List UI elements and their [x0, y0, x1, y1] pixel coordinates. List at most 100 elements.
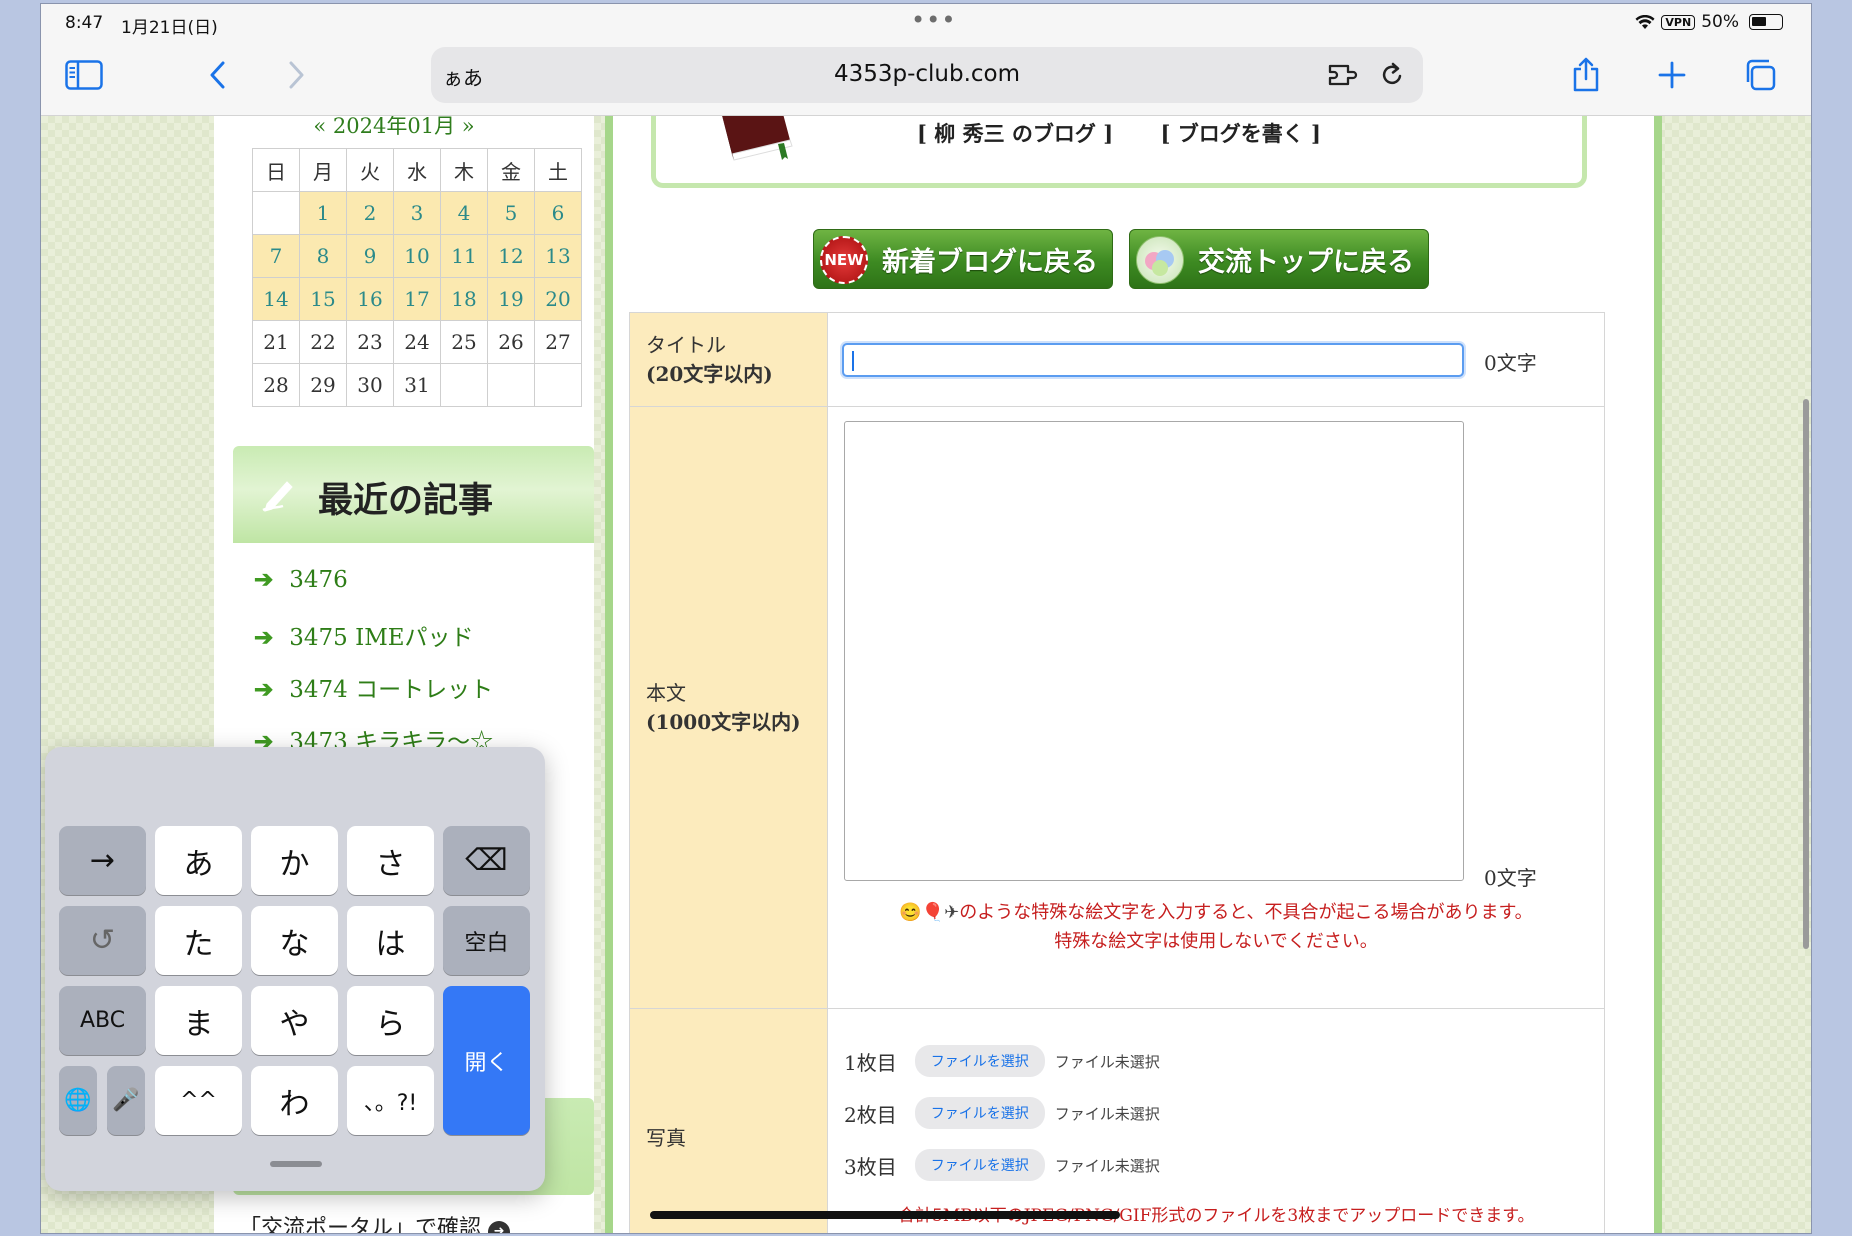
- url-text[interactable]: 4353p-club.com: [431, 61, 1423, 87]
- body-textarea[interactable]: [844, 421, 1464, 881]
- back-to-top-button[interactable]: 交流トップに戻る: [1129, 229, 1429, 289]
- calendar-day: 28: [252, 363, 300, 407]
- body-char-count: 0文字: [1484, 866, 1537, 890]
- keyboard-drag-handle[interactable]: [270, 1161, 322, 1167]
- calendar-day-link[interactable]: 17: [393, 277, 441, 321]
- key-ta[interactable]: た: [155, 906, 242, 975]
- key-punctuation[interactable]: 、。?!: [347, 1066, 434, 1135]
- choose-file-button[interactable]: ファイルを選択: [914, 1045, 1045, 1077]
- calendar-day-link[interactable]: 18: [440, 277, 488, 321]
- tabs-overview-icon[interactable]: [1737, 52, 1783, 98]
- calendar-day-link[interactable]: 16: [346, 277, 394, 321]
- new-tab-icon[interactable]: [1649, 52, 1695, 98]
- calendar-day-link[interactable]: 19: [487, 277, 535, 321]
- sidebar-toggle-icon[interactable]: [61, 52, 107, 98]
- calendar-day-link[interactable]: 9: [346, 234, 394, 278]
- open-key[interactable]: 開く: [443, 986, 530, 1135]
- pencil-icon: [262, 481, 293, 512]
- title-row: タイトル (20文字以内) 0文字: [629, 312, 1605, 407]
- title-value-cell: 0文字: [827, 312, 1605, 407]
- text-cursor: [852, 351, 854, 371]
- globe-icon[interactable]: 🌐: [59, 1066, 97, 1135]
- title-label-cell: タイトル (20文字以内): [629, 312, 828, 407]
- arrow-circle-icon: ➜: [488, 1221, 511, 1233]
- recent-post-link[interactable]: ➔ 3476: [254, 566, 348, 593]
- undo-icon[interactable]: ↺: [59, 906, 146, 975]
- key-ra[interactable]: ら: [347, 986, 434, 1055]
- calendar-day-link[interactable]: 1: [299, 191, 347, 235]
- calendar-day-link[interactable]: 13: [534, 234, 582, 278]
- key-ka[interactable]: か: [251, 826, 338, 895]
- body-row: 本文 (1000文字以内) 0文字 😊🎈✈のような特殊な絵文字を入力すると、不具…: [629, 406, 1605, 1009]
- recent-post-link[interactable]: ➔ 3474 コートレット: [254, 670, 493, 704]
- calendar-day-link[interactable]: 6: [534, 191, 582, 235]
- calendar-day-link[interactable]: 11: [440, 234, 488, 278]
- file-status: ファイル未選択: [1054, 1156, 1160, 1175]
- key-na[interactable]: な: [251, 906, 338, 975]
- calendar-day-link[interactable]: 20: [534, 277, 582, 321]
- calendar-day-link[interactable]: 7: [252, 234, 300, 278]
- calendar-day-link[interactable]: 8: [299, 234, 347, 278]
- key-arrow[interactable]: →: [59, 826, 146, 895]
- calendar-day: 29: [299, 363, 347, 407]
- battery-icon: [1749, 14, 1783, 30]
- write-blog-link[interactable]: [ ブログを書く ]: [1160, 121, 1321, 146]
- file-status: ファイル未選択: [1054, 1104, 1160, 1123]
- weekday: 水: [393, 148, 441, 192]
- calendar-day: [487, 363, 535, 407]
- calendar-day: 27: [534, 320, 582, 364]
- calendar-day-link[interactable]: 2: [346, 191, 394, 235]
- key-kaomoji[interactable]: ^^: [155, 1066, 242, 1135]
- calendar-day-link[interactable]: 10: [393, 234, 441, 278]
- status-right: VPN 50%: [1635, 12, 1783, 32]
- key-a[interactable]: あ: [155, 826, 242, 895]
- arrow-right-icon: ➔: [254, 624, 274, 651]
- calendar-day-link[interactable]: 12: [487, 234, 535, 278]
- calendar-day-link[interactable]: 14: [252, 277, 300, 321]
- portal-link[interactable]: 「交流ポータル」で確認 ➜: [239, 1210, 511, 1233]
- wifi-icon: [1635, 14, 1655, 29]
- key-sa[interactable]: さ: [347, 826, 434, 895]
- multitask-dots-icon[interactable]: •••: [911, 6, 956, 34]
- blog-links: [ 柳 秀三 のブログ ] [ ブログを書く ]: [656, 118, 1582, 148]
- address-bar[interactable]: ぁあ 4353p-club.com: [431, 47, 1423, 103]
- backspace-icon[interactable]: ⌫: [443, 826, 530, 895]
- home-indicator[interactable]: [650, 1211, 1120, 1219]
- calendar-day-link[interactable]: 15: [299, 277, 347, 321]
- title-input[interactable]: [842, 343, 1464, 377]
- body-label-cell: 本文 (1000文字以内): [629, 406, 828, 1009]
- recent-post-link[interactable]: ➔ 3475 IMEパッド: [254, 618, 474, 652]
- weekday: 土: [534, 148, 582, 192]
- back-to-new-blogs-button[interactable]: NEW 新着ブログに戻る: [813, 229, 1113, 289]
- microphone-icon[interactable]: 🎤: [107, 1066, 145, 1135]
- my-blog-link[interactable]: [ 柳 秀三 のブログ ]: [917, 121, 1113, 146]
- emoji-warning: 😊🎈✈のような特殊な絵文字を入力すると、不具合が起こる場合があります。 特殊な絵…: [828, 899, 1604, 957]
- page-scrollbar[interactable]: [1803, 399, 1809, 949]
- reload-icon[interactable]: [1379, 61, 1405, 93]
- ipad-screen: 8:47 1月21日(日) ••• VPN 50% ぁあ 4353p-club.…: [40, 3, 1812, 1234]
- space-key[interactable]: 空白: [443, 906, 530, 975]
- choose-file-button[interactable]: ファイルを選択: [914, 1149, 1045, 1181]
- calendar-week: 28 29 30 31: [252, 363, 582, 407]
- key-ya[interactable]: や: [251, 986, 338, 1055]
- key-ha[interactable]: は: [347, 906, 434, 975]
- calendar-week: 14 15 16 17 18 19 20: [252, 277, 582, 321]
- back-icon[interactable]: [195, 52, 241, 98]
- abc-key[interactable]: ABC: [59, 986, 146, 1055]
- title-label: タイトル: [646, 332, 726, 357]
- calendar-day-link[interactable]: 5: [487, 191, 535, 235]
- calendar-day-link[interactable]: 3: [393, 191, 441, 235]
- choose-file-button[interactable]: ファイルを選択: [914, 1097, 1045, 1129]
- photo-upload-row: 2枚目 ファイルを選択 ファイル未選択: [844, 1097, 1160, 1129]
- photo-label: 写真: [646, 1126, 686, 1150]
- calendar-day-link[interactable]: 4: [440, 191, 488, 235]
- status-date: 1月21日(日): [121, 18, 218, 38]
- share-icon[interactable]: [1563, 52, 1609, 98]
- key-ma[interactable]: ま: [155, 986, 242, 1055]
- key-wa[interactable]: わ: [251, 1066, 338, 1135]
- extension-icon[interactable]: [1327, 61, 1361, 93]
- file-status: ファイル未選択: [1054, 1052, 1160, 1071]
- recent-posts-title: 最近の記事: [318, 480, 494, 521]
- back-to-new-blogs-label: 新着ブログに戻る: [882, 246, 1098, 278]
- forward-icon[interactable]: [273, 52, 319, 98]
